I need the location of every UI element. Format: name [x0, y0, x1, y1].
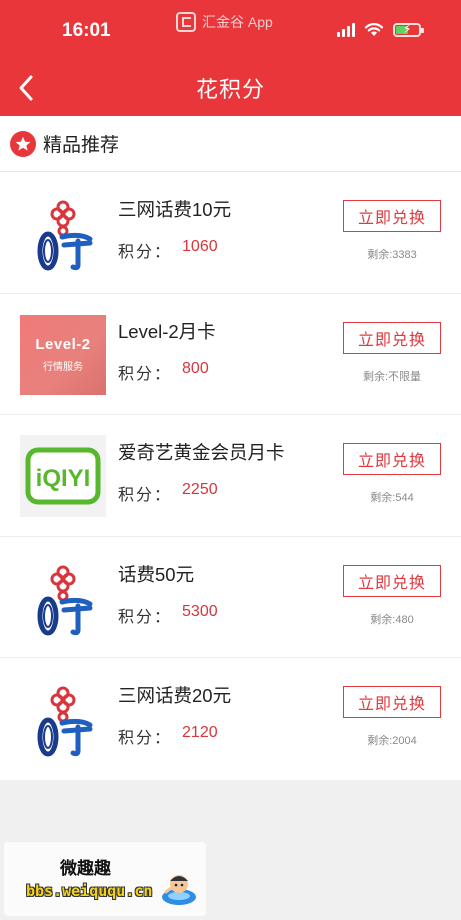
points-label: 积分： [118, 487, 173, 504]
reward-list: 三网话费10元 积分： 1060 立即兑换 剩余:3383 Level-2 行情… [0, 172, 461, 780]
points-label: 积分： [118, 244, 173, 261]
remaining-stock: 剩余:544 [370, 492, 414, 504]
points-row: 积分： 2250 [118, 481, 218, 505]
battery-icon: ⚡ [393, 22, 424, 37]
china-unicom-logo-icon [20, 192, 106, 274]
remaining-stock: 剩余:2004 [367, 735, 417, 747]
nav-bar: 花积分 [0, 62, 461, 116]
list-item: Level-2 行情服务 Level-2月卡 积分： 800 立即兑换 剩余:不… [0, 294, 461, 415]
svg-text:iQIYI: iQIYI [36, 465, 91, 492]
points-label: 积分： [118, 365, 173, 383]
watermark-url: bbs.weiququ.cn [26, 882, 153, 900]
redeem-button[interactable]: 立即兑换 [343, 686, 441, 718]
points-value: 800 [182, 359, 209, 377]
points-value: 2250 [182, 481, 218, 498]
watermark: 微趣趣 bbs.weiququ.cn [4, 842, 206, 916]
app-logo-icon [176, 12, 196, 32]
app-indicator: 汇金谷 App [176, 12, 273, 32]
points-row: 积分： 2120 [118, 724, 218, 748]
item-name: 三网话费20元 [118, 685, 232, 706]
page-title: 花积分 [195, 77, 265, 102]
level2-thumbnail: Level-2 行情服务 [20, 314, 106, 396]
points-value: 1060 [182, 238, 218, 255]
list-item: 三网话费20元 积分： 2120 立即兑换 剩余:2004 [0, 658, 461, 780]
points-value: 2120 [182, 724, 218, 741]
app-indicator-label: 汇金谷 App [202, 14, 273, 30]
level2-thumb-subtitle: 行情服务 [43, 362, 83, 373]
points-row: 积分： 5300 [118, 603, 218, 627]
item-name: 话费50元 [118, 563, 195, 585]
item-name: Level-2月卡 [118, 320, 216, 342]
signal-icon [337, 22, 355, 37]
points-value: 5300 [182, 602, 218, 620]
points-row: 积分： 1060 [118, 238, 218, 262]
points-row: 积分： 800 [118, 360, 209, 384]
redeem-button[interactable]: 立即兑换 [343, 564, 441, 597]
app-header: 16:01 汇金谷 App ⚡ 花积分 [0, 0, 461, 116]
watermark-title: 微趣趣 [60, 859, 111, 878]
level2-thumb-title: Level-2 [35, 336, 91, 353]
china-unicom-logo-icon [20, 678, 106, 760]
list-item: iQIYI 爱奇艺黄金会员月卡 积分： 2250 立即兑换 剩余:544 [0, 415, 461, 537]
item-name: 爱奇艺黄金会员月卡 [118, 442, 285, 463]
status-icons: ⚡ [337, 22, 424, 37]
points-label: 积分： [118, 730, 173, 747]
redeem-button[interactable]: 立即兑换 [343, 321, 441, 354]
item-name: 三网话费10元 [118, 199, 232, 220]
redeem-button[interactable]: 立即兑换 [343, 443, 441, 475]
remaining-stock: 剩余:3383 [367, 249, 417, 261]
redeem-button[interactable]: 立即兑换 [343, 200, 441, 232]
remaining-stock: 剩余:不限量 [362, 370, 422, 383]
china-unicom-logo-icon [20, 557, 106, 639]
list-item: 三网话费10元 积分： 1060 立即兑换 剩余:3383 [0, 172, 461, 294]
mascot-icon [162, 875, 196, 905]
wifi-icon [364, 23, 384, 36]
star-icon [10, 130, 36, 157]
status-time: 16:01 [62, 20, 111, 41]
section-header: 精品推荐 [0, 116, 461, 172]
iqiyi-logo-icon: iQIYI [20, 435, 106, 517]
list-item: 话费50元 积分： 5300 立即兑换 剩余:480 [0, 537, 461, 658]
remaining-stock: 剩余:480 [370, 613, 414, 626]
section-title: 精品推荐 [43, 135, 120, 156]
points-label: 积分： [118, 608, 173, 626]
status-bar: 16:01 汇金谷 App ⚡ [0, 0, 461, 62]
